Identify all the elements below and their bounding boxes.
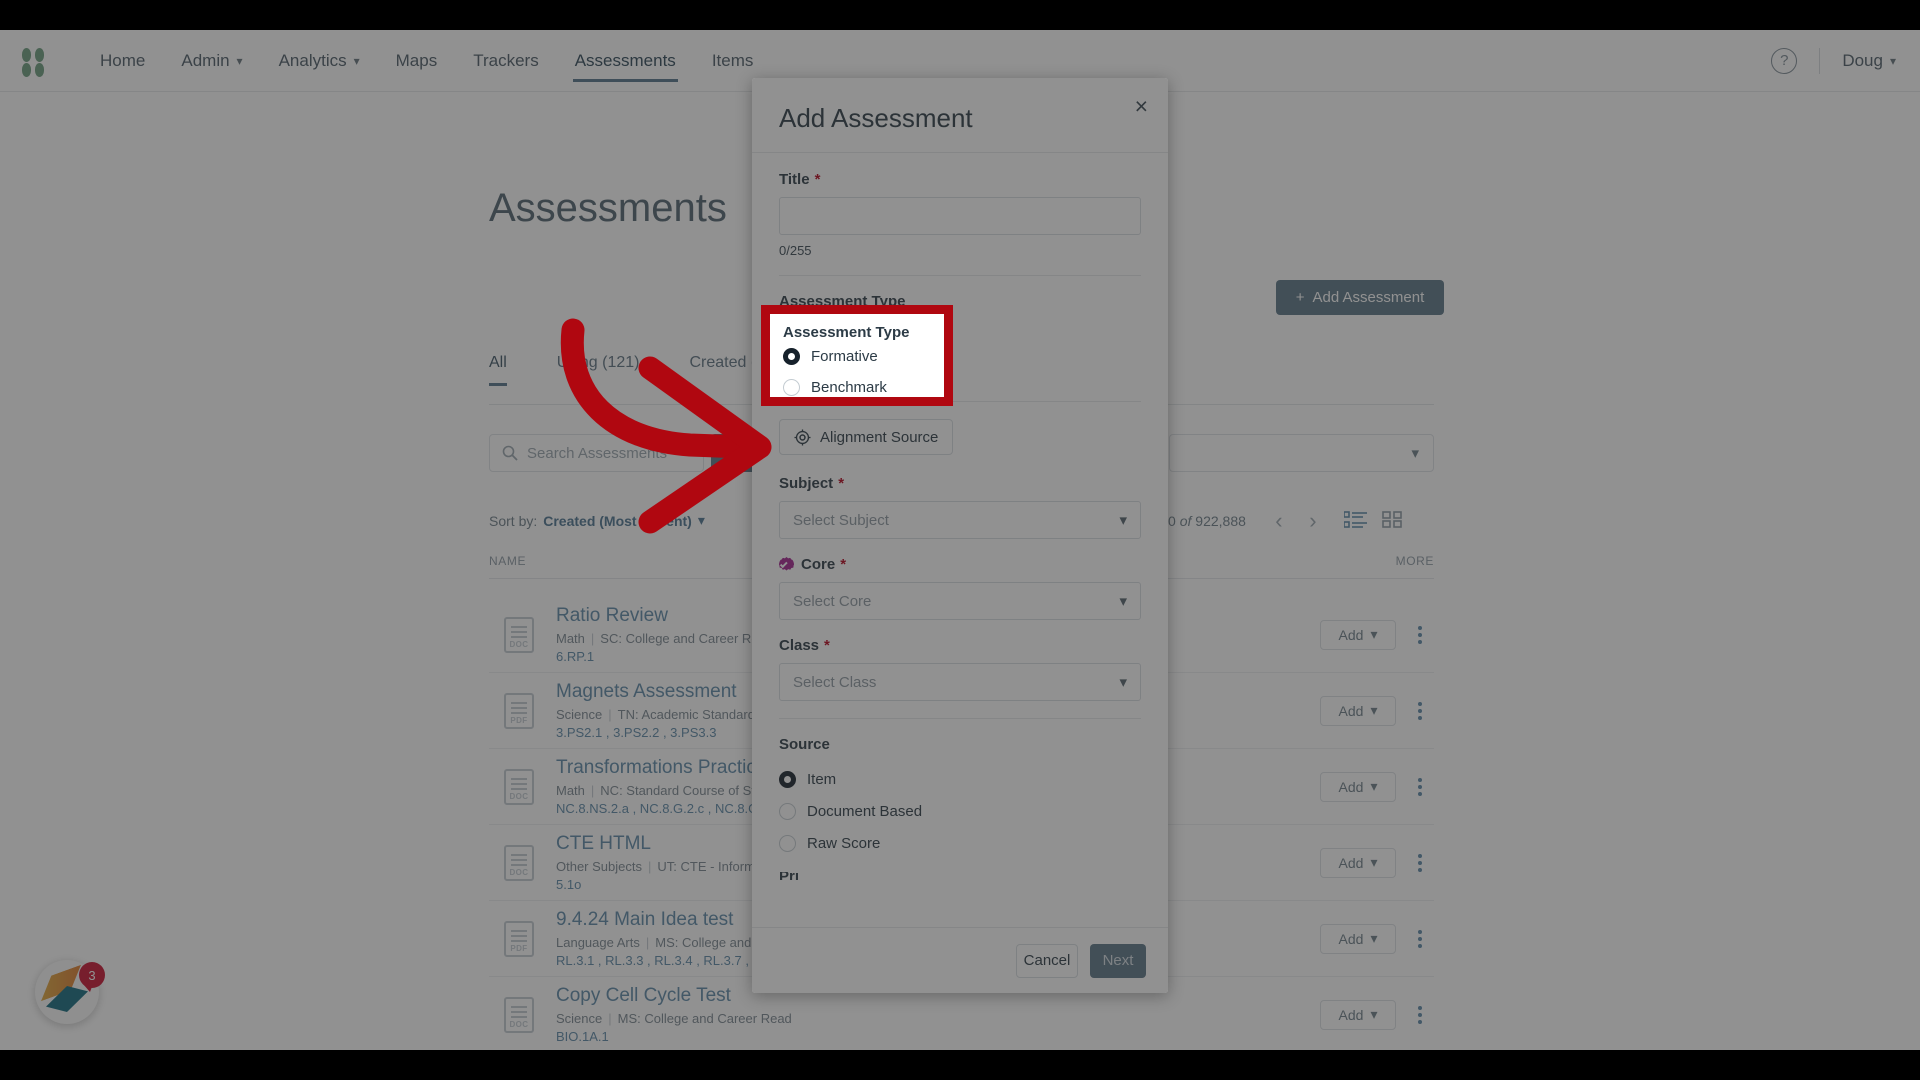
assessment-type-highlight-box: Assessment Type Formative Benchmark — [761, 305, 953, 406]
divider — [779, 275, 1141, 276]
radio-raw-score[interactable]: Raw Score — [779, 827, 1141, 859]
chevron-down-icon: ▾ — [1119, 593, 1127, 610]
highlight-assessment-type-label: Assessment Type — [783, 324, 910, 341]
chevron-down-icon: ▾ — [1119, 512, 1127, 529]
screenshot-root: Home Admin ▾ Analytics ▾ Maps Trackers A… — [0, 0, 1920, 1080]
subject-label: Subject * — [779, 475, 845, 492]
core-label: Core * — [779, 556, 1141, 573]
core-placeholder: Select Core — [793, 592, 872, 610]
title-char-counter: 0/255 — [779, 243, 812, 258]
class-placeholder: Select Class — [793, 673, 877, 691]
alignment-source-label: Alignment Source — [820, 428, 939, 446]
radio-icon — [779, 834, 796, 852]
required-marker: * — [838, 475, 845, 492]
required-marker: * — [840, 556, 847, 573]
subject-select[interactable]: Select Subject ▾ — [779, 501, 1141, 539]
highlight-radio-formative[interactable]: Formative — [783, 341, 931, 372]
source-radio-group: Item Document Based Raw Score — [779, 763, 1141, 859]
add-assessment-modal: Add Assessment × Title * 0/255 Assessmen… — [752, 78, 1168, 993]
title-input[interactable] — [779, 197, 1141, 235]
modal-title: Add Assessment — [779, 103, 973, 133]
required-marker: * — [824, 637, 830, 654]
close-icon[interactable]: × — [1135, 93, 1148, 120]
modal-footer: Cancel Next — [752, 927, 1168, 993]
required-marker: * — [814, 171, 821, 188]
divider — [779, 718, 1141, 719]
modal-header: Add Assessment × — [752, 78, 1168, 153]
alignment-source-button[interactable]: Alignment Source — [779, 419, 954, 455]
modal-body: Title * 0/255 Assessment Type Formative … — [752, 153, 1168, 927]
source-label: Source — [779, 736, 830, 753]
highlight-radio-benchmark[interactable]: Benchmark — [783, 372, 931, 403]
class-select[interactable]: Select Class ▾ — [779, 663, 1141, 701]
radio-item[interactable]: Item — [779, 763, 1141, 795]
target-icon — [794, 428, 811, 446]
class-label: Class * — [779, 637, 830, 654]
radio-icon-selected — [779, 770, 796, 788]
radio-document-based[interactable]: Document Based — [779, 795, 1141, 827]
chevron-down-icon: ▾ — [1119, 674, 1127, 691]
radio-icon — [783, 379, 800, 396]
title-field-label: Title * — [779, 171, 821, 188]
next-button[interactable]: Next — [1090, 943, 1146, 978]
core-select[interactable]: Select Core ▾ — [779, 582, 1141, 620]
verified-badge-icon — [779, 557, 794, 571]
subject-placeholder: Select Subject — [793, 511, 889, 529]
radio-icon-selected — [783, 348, 800, 365]
radio-icon — [779, 802, 796, 820]
cancel-button[interactable]: Cancel — [1016, 943, 1078, 978]
privacy-label-clipped: Pri — [779, 872, 1141, 880]
